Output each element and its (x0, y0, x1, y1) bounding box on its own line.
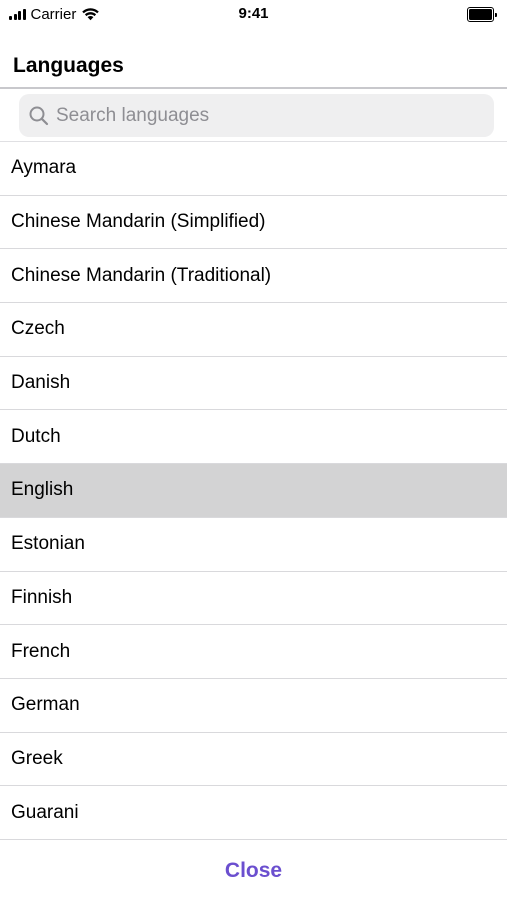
search-placeholder: Search languages (56, 104, 210, 126)
language-item-guarani[interactable]: Guarani (0, 786, 507, 840)
page-title: Languages (13, 54, 124, 77)
language-item-finnish[interactable]: Finnish (0, 571, 507, 626)
battery-icon (466, 7, 497, 23)
language-item-english[interactable]: English (0, 464, 507, 518)
language-item-chinese-simplified[interactable]: Chinese Mandarin (Simplified) (0, 195, 507, 250)
language-list: Aymara Chinese Mandarin (Simplified) Chi… (0, 142, 507, 840)
search-input[interactable]: Search languages (19, 94, 494, 137)
language-item-estonian[interactable]: Estonian (0, 517, 507, 572)
language-item-german[interactable]: German (0, 678, 507, 733)
language-item-chinese-traditional[interactable]: Chinese Mandarin (Traditional) (0, 249, 507, 304)
title-divider (0, 87, 507, 89)
languages-screen: Carrier 9:41 Languages Search languages … (0, 0, 507, 900)
language-item-dutch[interactable]: Dutch (0, 410, 507, 465)
language-item-czech[interactable]: Czech (0, 303, 507, 357)
language-item-greek[interactable]: Greek (0, 732, 507, 787)
search-icon (29, 106, 49, 125)
status-time: 9:41 (238, 5, 269, 22)
language-item-aymara[interactable]: Aymara (0, 142, 507, 196)
language-item-french[interactable]: French (0, 625, 507, 679)
language-item-danish[interactable]: Danish (0, 356, 507, 411)
close-button[interactable]: Close (0, 846, 507, 896)
status-bar: Carrier 9:41 (0, 0, 507, 28)
